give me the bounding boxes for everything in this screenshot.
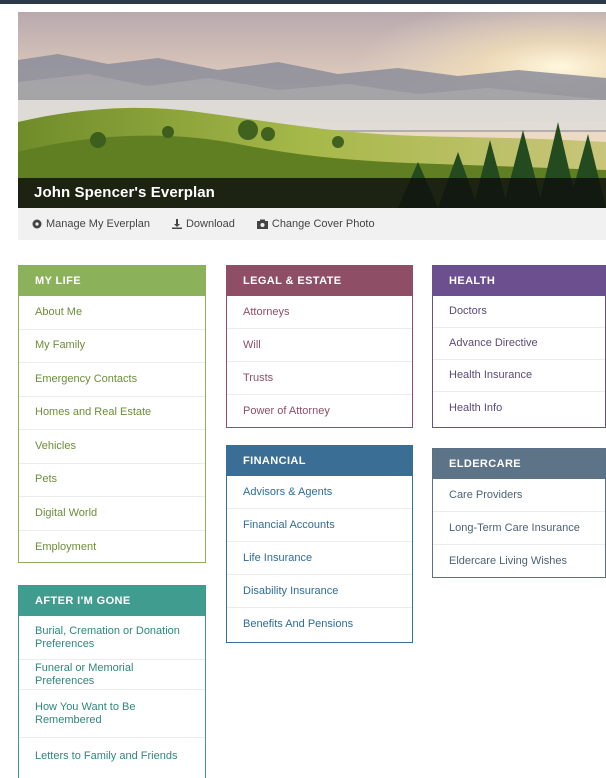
after-gone-item[interactable]: Funeral or Memorial Preferences (19, 660, 205, 690)
my-life-header: MY LIFE (19, 266, 205, 296)
my-life-item[interactable]: Digital World (19, 497, 205, 531)
legal-estate-item[interactable]: Will (227, 329, 412, 362)
legal-estate-item[interactable]: Trusts (227, 362, 412, 395)
financial-item[interactable]: Disability Insurance (227, 575, 412, 608)
health-card: HEALTH Doctors Advance Directive Health … (432, 265, 606, 428)
cover-title-bar: John Spencer's Everplan (18, 178, 606, 208)
manage-everplan-button[interactable]: Manage My Everplan (32, 218, 150, 230)
my-life-item[interactable]: Pets (19, 464, 205, 497)
change-cover-photo-button[interactable]: Change Cover Photo (256, 218, 375, 230)
my-life-item[interactable]: Emergency Contacts (19, 363, 205, 397)
my-life-item[interactable]: My Family (19, 330, 205, 363)
top-bar (0, 0, 606, 4)
download-button[interactable]: Download (171, 218, 235, 230)
eldercare-item[interactable]: Long-Term Care Insurance (433, 512, 605, 545)
after-gone-item[interactable]: Burial, Cremation or Donation Preference… (19, 616, 205, 660)
my-life-item[interactable]: Vehicles (19, 430, 205, 464)
health-header: HEALTH (433, 266, 605, 296)
after-gone-item[interactable]: Letters to Family and Friends (19, 738, 205, 774)
plan-title: John Spencer's Everplan (34, 184, 215, 201)
health-item[interactable]: Health Info (433, 392, 605, 424)
cover-photo: John Spencer's Everplan (18, 12, 606, 208)
after-gone-item[interactable]: How You Want to Be Remembered (19, 690, 205, 738)
my-life-item[interactable]: Homes and Real Estate (19, 397, 205, 430)
financial-item[interactable]: Life Insurance (227, 542, 412, 575)
health-item[interactable]: Doctors (433, 296, 605, 328)
my-life-item[interactable]: About Me (19, 296, 205, 330)
eldercare-card: ELDERCARE Care Providers Long-Term Care … (432, 448, 606, 578)
legal-estate-item[interactable]: Attorneys (227, 296, 412, 329)
eldercare-item[interactable]: Care Providers (433, 479, 605, 512)
financial-item[interactable]: Benefits And Pensions (227, 608, 412, 641)
change-cover-photo-label: Change Cover Photo (271, 218, 375, 230)
health-item[interactable]: Health Insurance (433, 360, 605, 392)
action-bar: Manage My Everplan Download Change Cover… (18, 208, 606, 240)
camera-icon (256, 219, 268, 229)
my-life-item[interactable]: Employment (19, 531, 205, 565)
manage-everplan-label: Manage My Everplan (46, 218, 150, 230)
health-item[interactable]: Advance Directive (433, 328, 605, 360)
financial-card: FINANCIAL Advisors & Agents Financial Ac… (226, 445, 413, 643)
download-label: Download (185, 218, 235, 230)
legal-estate-card: LEGAL & ESTATE Attorneys Will Trusts Pow… (226, 265, 413, 428)
download-icon (171, 219, 182, 229)
legal-estate-item[interactable]: Power of Attorney (227, 395, 412, 428)
legal-estate-header: LEGAL & ESTATE (227, 266, 412, 296)
financial-header: FINANCIAL (227, 446, 412, 476)
settings-icon (32, 219, 42, 229)
financial-item[interactable]: Financial Accounts (227, 509, 412, 542)
after-gone-header: AFTER I'M GONE (19, 586, 205, 616)
after-gone-card: AFTER I'M GONE Burial, Cremation or Dona… (18, 585, 206, 778)
financial-item[interactable]: Advisors & Agents (227, 476, 412, 509)
my-life-card: MY LIFE About Me My Family Emergency Con… (18, 265, 206, 563)
eldercare-header: ELDERCARE (433, 449, 605, 479)
eldercare-item[interactable]: Eldercare Living Wishes (433, 545, 605, 578)
